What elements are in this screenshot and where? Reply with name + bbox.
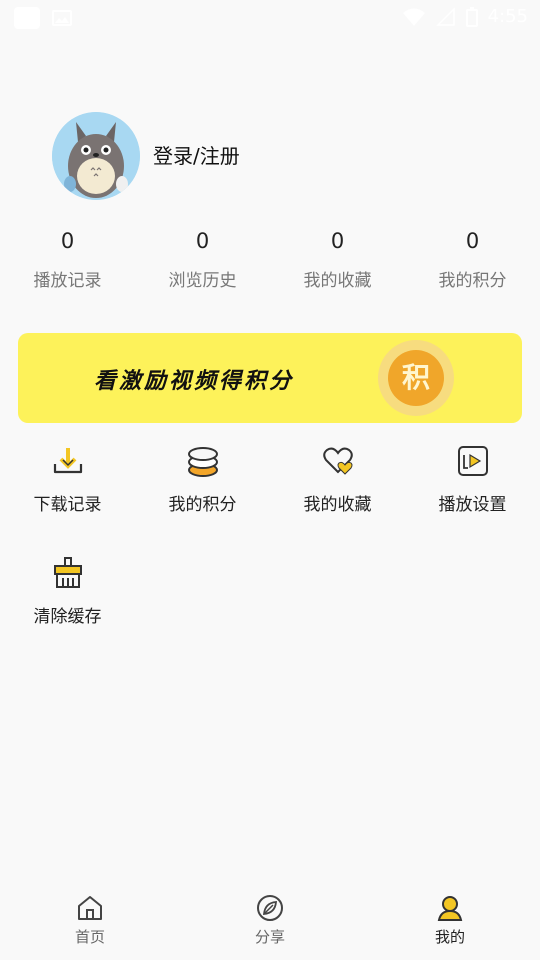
stat-label: 我的收藏	[303, 271, 372, 291]
signal-icon	[435, 6, 455, 26]
avatar[interactable]	[52, 112, 140, 200]
status-time: 4:55	[487, 6, 528, 27]
stat-value: 0	[195, 229, 210, 253]
stat-favorites[interactable]: 0 我的收藏	[270, 226, 405, 291]
reward-video-banner[interactable]: 看激励视频得积分 积	[18, 333, 522, 423]
points-coin-icon: 积	[378, 340, 454, 416]
totoro-avatar-icon	[52, 112, 140, 200]
nav-mine[interactable]: 我的	[390, 890, 510, 947]
menu-label: 清除缓存	[33, 607, 102, 627]
nav-label: 我的	[434, 928, 465, 946]
stat-play-history[interactable]: 0 播放记录	[0, 226, 135, 291]
nav-home[interactable]: 首页	[30, 890, 150, 947]
stat-value: 0	[465, 229, 480, 253]
play-settings-icon	[457, 446, 488, 476]
menu-item-download-records[interactable]: 下载记录	[0, 444, 135, 515]
stat-label: 浏览历史	[168, 271, 237, 291]
nav-share[interactable]: 分享	[210, 890, 330, 947]
stat-label: 我的积分	[438, 271, 507, 291]
login-register-link[interactable]: 登录/注册	[153, 140, 240, 169]
menu-item-play-settings[interactable]: 播放设置	[405, 444, 540, 515]
menu-label: 我的积分	[168, 495, 237, 515]
home-icon	[78, 896, 102, 920]
stat-points[interactable]: 0 我的积分	[405, 226, 540, 291]
download-icon	[53, 448, 82, 474]
image-notification-icon	[52, 10, 72, 26]
bottom-navigation: 首页 分享 我的	[0, 890, 540, 960]
nav-label: 首页	[74, 928, 105, 946]
menu-label: 播放设置	[438, 495, 507, 515]
menu-label: 我的收藏	[303, 495, 372, 515]
menu-item-clear-cache[interactable]: 清除缓存	[0, 556, 135, 627]
stat-browse-history[interactable]: 0 浏览历史	[135, 226, 270, 291]
menu-item-my-points[interactable]: 我的积分	[135, 444, 270, 515]
coins-icon	[187, 447, 218, 477]
nav-label: 分享	[254, 928, 285, 946]
battery-icon	[465, 6, 478, 27]
wifi-icon	[402, 8, 425, 26]
menu-label: 下载记录	[33, 495, 102, 515]
stats-row: 0 播放记录 0 浏览历史 0 我的收藏 0 我的积分	[0, 226, 540, 291]
stat-value: 0	[60, 229, 75, 253]
user-icon	[437, 896, 463, 921]
notification-app-icon	[14, 7, 40, 29]
compass-leaf-icon	[257, 895, 283, 921]
menu-item-my-favorites[interactable]: 我的收藏	[270, 444, 405, 515]
clear-cache-icon	[53, 557, 82, 588]
stat-value: 0	[330, 229, 345, 253]
banner-text: 看激励视频得积分	[94, 369, 295, 394]
status-bar: 4:55	[0, 0, 540, 36]
heart-icon	[322, 447, 353, 475]
stat-label: 播放记录	[33, 271, 102, 291]
coin-label: 积	[388, 350, 444, 406]
